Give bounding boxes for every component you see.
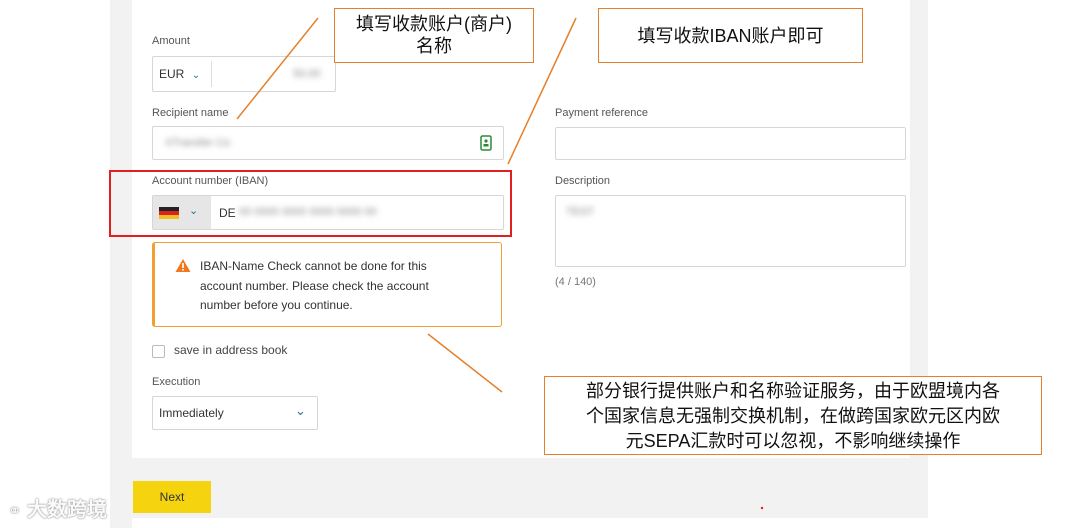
watermark-icon: ⚭ — [8, 503, 22, 520]
warning-connector-line — [427, 333, 503, 393]
watermark-text: 大数跨境 — [26, 499, 107, 521]
callout-connector-lines — [236, 17, 764, 510]
recipient-connector-line — [236, 17, 319, 120]
red-dot — [760, 506, 764, 510]
iban-connector-line — [507, 17, 577, 165]
watermark-logo: ⚭ 大数跨境 — [8, 493, 107, 522]
